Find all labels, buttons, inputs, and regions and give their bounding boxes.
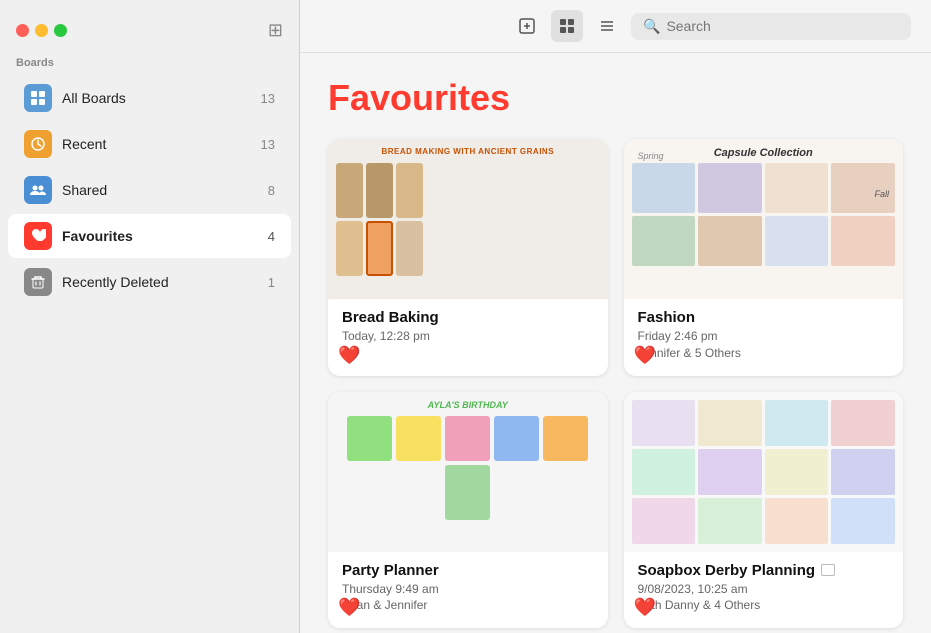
favourites-label: Favourites xyxy=(62,228,258,244)
board-name-soapbox-derby: Soapbox Derby Planning xyxy=(638,562,890,579)
board-info-bread-baking: Bread Baking Today, 12:28 pm xyxy=(328,299,608,359)
board-name-bread-baking: Bread Baking xyxy=(342,309,594,326)
recently-deleted-icon xyxy=(24,268,52,296)
all-boards-label: All Boards xyxy=(62,90,251,106)
board-thumbnail-bread-baking: BREAD MAKING WITH ANCIENT GRAINS xyxy=(328,139,608,299)
shared-icon xyxy=(24,176,52,204)
sidebar-item-all-boards[interactable]: All Boards 13 xyxy=(8,76,291,120)
traffic-lights xyxy=(16,24,67,37)
board-info-soapbox-derby: Soapbox Derby Planning 9/08/2023, 10:25 … xyxy=(624,552,904,629)
page-title: Favourites xyxy=(328,77,903,119)
sidebar-section-label: Boards xyxy=(0,53,299,75)
bread-thumb-title: BREAD MAKING WITH ANCIENT GRAINS xyxy=(336,147,600,159)
board-date-soapbox-derby: 9/08/2023, 10:25 am xyxy=(638,581,890,598)
sidebar-item-shared[interactable]: Shared 8 xyxy=(8,168,291,212)
content-area: Favourites BREAD MAKING WITH ANCIENT GRA… xyxy=(300,53,931,633)
board-collab-fashion: Jennifer & 5 Others xyxy=(638,345,890,362)
minimize-button[interactable] xyxy=(35,24,48,37)
sidebar-item-recent[interactable]: Recent 13 xyxy=(8,122,291,166)
grid-view-button[interactable] xyxy=(551,10,583,42)
sidebar-item-recently-deleted[interactable]: Recently Deleted 1 xyxy=(8,260,291,304)
board-thumbnail-party-planner: AYLA'S BIRTHDAY xyxy=(328,392,608,552)
recent-count: 13 xyxy=(261,137,275,152)
board-name-fashion: Fashion xyxy=(638,309,890,326)
shared-count: 8 xyxy=(268,183,275,198)
board-card-party-planner[interactable]: AYLA'S BIRTHDAY ❤️ Party Planner Thursda… xyxy=(328,392,608,629)
search-input[interactable] xyxy=(666,18,899,34)
board-thumbnail-soapbox-derby xyxy=(624,392,904,552)
favourite-heart-soapbox-derby[interactable]: ❤️ xyxy=(634,597,656,618)
recently-deleted-count: 1 xyxy=(268,275,275,290)
favourites-count: 4 xyxy=(268,229,275,244)
recent-label: Recent xyxy=(62,136,251,152)
party-thumb-title: AYLA'S BIRTHDAY xyxy=(428,400,508,410)
board-collab-party-planner: Brian & Jennifer xyxy=(342,597,594,614)
recent-icon xyxy=(24,130,52,158)
board-thumbnail-fashion: Capsule Collection Spring Fall xyxy=(624,139,904,299)
favourite-heart-bread-baking[interactable]: ❤️ xyxy=(338,345,360,366)
boards-grid: BREAD MAKING WITH ANCIENT GRAINS ❤️ Brea… xyxy=(328,139,903,628)
favourites-icon xyxy=(24,222,52,250)
sidebar-header: ⊞ xyxy=(0,12,299,53)
board-date-party-planner: Thursday 9:49 am xyxy=(342,581,594,598)
fashion-thumb-label: Capsule Collection xyxy=(632,147,896,159)
new-board-button[interactable] xyxy=(511,10,543,42)
toolbar: 🔍 xyxy=(300,0,931,53)
board-collab-soapbox-derby: With Danny & 4 Others xyxy=(638,597,890,614)
shared-label: Shared xyxy=(62,182,258,198)
close-button[interactable] xyxy=(16,24,29,37)
main-content: 🔍 Favourites BREAD MAKING WITH ANCIENT G… xyxy=(300,0,931,633)
comment-icon xyxy=(821,564,835,576)
list-view-button[interactable] xyxy=(591,10,623,42)
sidebar-item-favourites[interactable]: Favourites 4 xyxy=(8,214,291,258)
search-bar[interactable]: 🔍 xyxy=(631,13,911,40)
favourite-heart-fashion[interactable]: ❤️ xyxy=(634,345,656,366)
board-info-party-planner: Party Planner Thursday 9:49 am Brian & J… xyxy=(328,552,608,629)
board-info-fashion: Fashion Friday 2:46 pm Jennifer & 5 Othe… xyxy=(624,299,904,376)
search-icon: 🔍 xyxy=(643,18,660,35)
all-boards-count: 13 xyxy=(261,91,275,106)
recently-deleted-label: Recently Deleted xyxy=(62,274,258,290)
board-card-bread-baking[interactable]: BREAD MAKING WITH ANCIENT GRAINS ❤️ Brea… xyxy=(328,139,608,376)
board-date-bread-baking: Today, 12:28 pm xyxy=(342,328,594,345)
sidebar: ⊞ Boards All Boards 13 Recent 13 xyxy=(0,0,300,633)
board-card-soapbox-derby[interactable]: ❤️ Soapbox Derby Planning 9/08/2023, 10:… xyxy=(624,392,904,629)
sidebar-toggle-icon[interactable]: ⊞ xyxy=(268,20,283,41)
board-date-fashion: Friday 2:46 pm xyxy=(638,328,890,345)
favourite-heart-party-planner[interactable]: ❤️ xyxy=(338,597,360,618)
maximize-button[interactable] xyxy=(54,24,67,37)
board-card-fashion[interactable]: Capsule Collection Spring Fall ❤️ xyxy=(624,139,904,376)
all-boards-icon xyxy=(24,84,52,112)
board-name-party-planner: Party Planner xyxy=(342,562,594,579)
